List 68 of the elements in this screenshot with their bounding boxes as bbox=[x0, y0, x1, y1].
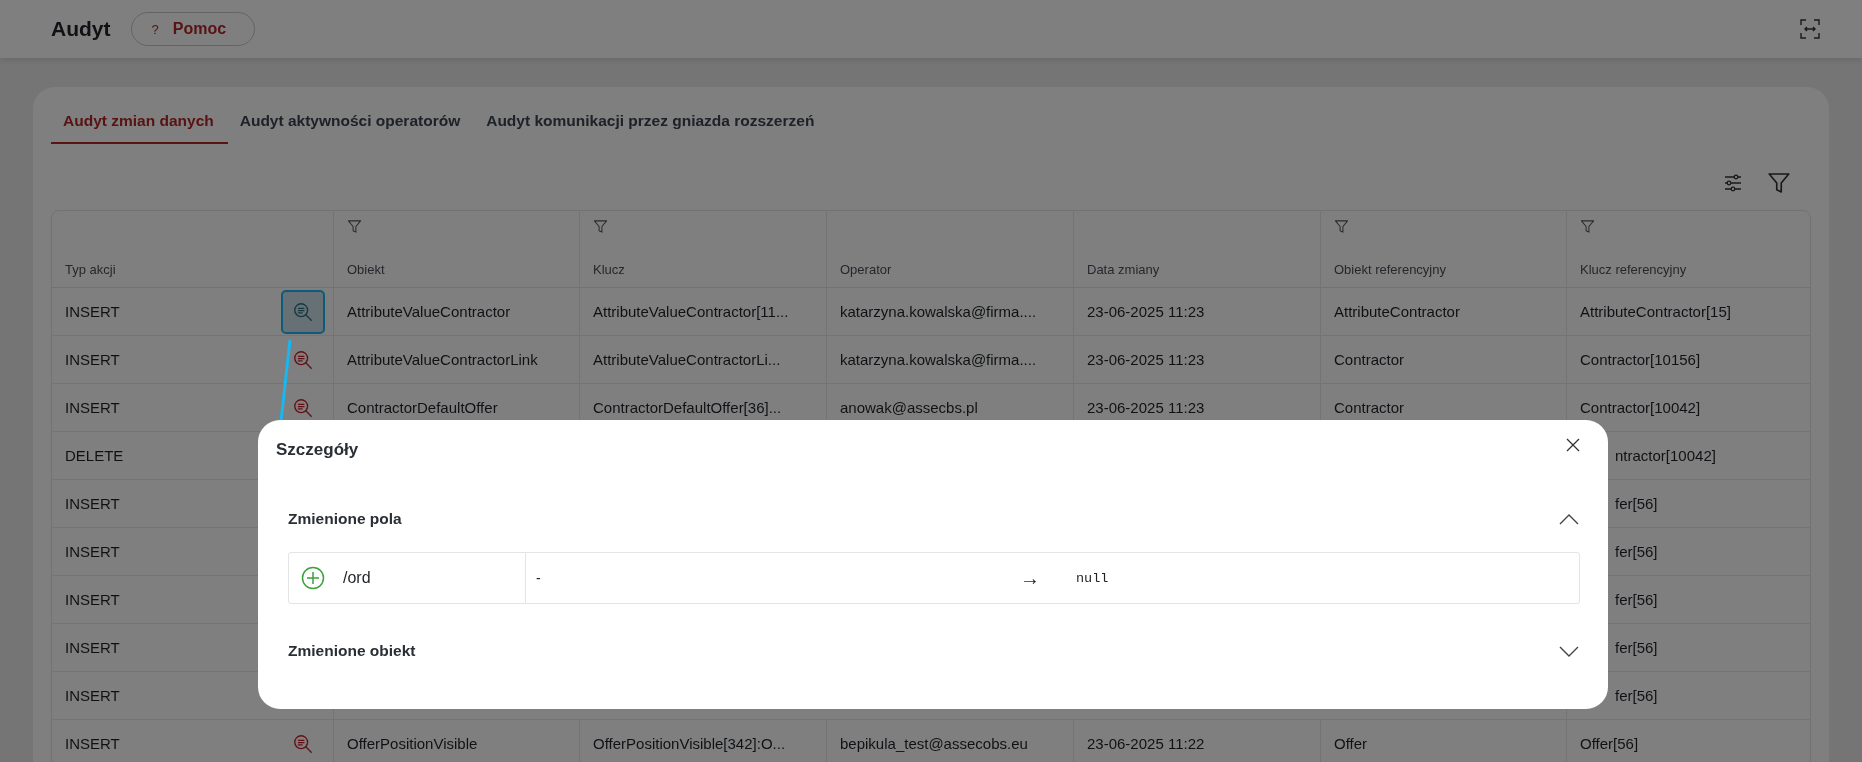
page-title: Audyt bbox=[51, 17, 111, 41]
column-header: Klucz bbox=[593, 262, 626, 277]
table-cell: AttributeValueContractor[11... bbox=[593, 303, 789, 320]
filter-icon[interactable] bbox=[1334, 219, 1349, 234]
table-cell: Contractor[10042] bbox=[1580, 399, 1701, 416]
table-cell: katarzyna.kowalska@firma.... bbox=[840, 351, 1037, 368]
table-cell: fer[56] bbox=[1615, 495, 1658, 512]
table-cell: ContractorDefaultOffer bbox=[347, 399, 498, 416]
table-cell: AttributeValueContractor bbox=[347, 303, 511, 320]
new-value: null bbox=[1076, 570, 1109, 586]
tab[interactable]: Audyt aktywności operatorów bbox=[227, 112, 475, 144]
accordion-header[interactable]: Zmienione pola bbox=[276, 494, 1592, 544]
arrow-text: → bbox=[1020, 568, 1041, 588]
table-cell: AttributeValueContractorLink bbox=[347, 351, 538, 368]
table-cell: AttributeValueContractorLi... bbox=[593, 351, 781, 368]
table-cell: ntractor[10042] bbox=[1615, 447, 1716, 464]
tab[interactable]: Audyt komunikacji przez gniazda rozszerzeń bbox=[474, 112, 829, 144]
table-cell: anowak@assecbs.pl bbox=[840, 399, 978, 416]
table-cell: Contractor[10156] bbox=[1580, 351, 1701, 368]
column-header: Obiekt referencyjny bbox=[1334, 262, 1447, 277]
table-cell: fer[56] bbox=[1615, 639, 1658, 656]
field-path: /ord bbox=[343, 569, 371, 587]
column-header: Operator bbox=[840, 262, 893, 277]
table-cell: Contractor bbox=[1334, 399, 1405, 416]
table-cell: fer[56] bbox=[1615, 687, 1658, 704]
column-header: Data zmiany bbox=[1087, 262, 1161, 277]
filter-icon[interactable] bbox=[1767, 171, 1791, 195]
dialog-title: Szczegóły bbox=[276, 440, 359, 460]
column-header: Klucz referencyjny bbox=[1580, 262, 1688, 277]
add-circle-icon bbox=[301, 566, 325, 590]
table-cell: bepikula_test@assecobs.eu bbox=[840, 735, 1028, 752]
table-cell: INSERT bbox=[65, 591, 120, 608]
table-cell: AttributeContractor[15] bbox=[1580, 303, 1731, 320]
table-cell: INSERT bbox=[65, 303, 120, 320]
old-value: - bbox=[536, 570, 542, 586]
table-cell: AttributeContractor bbox=[1334, 303, 1460, 320]
filter-icon[interactable] bbox=[347, 219, 362, 234]
table-cell: INSERT bbox=[65, 351, 120, 368]
table-cell: Offer[56] bbox=[1580, 735, 1639, 752]
chevron-up-icon[interactable] bbox=[1558, 512, 1580, 526]
table-cell: OfferPositionVisible bbox=[347, 735, 478, 752]
table-cell: INSERT bbox=[65, 735, 120, 752]
table-cell: Contractor bbox=[1334, 351, 1405, 368]
filter-icon[interactable] bbox=[1580, 219, 1595, 234]
column-header: Typ akcji bbox=[65, 262, 117, 277]
table-cell: 23-06-2025 11:23 bbox=[1087, 351, 1205, 368]
table-cell: INSERT bbox=[65, 543, 120, 560]
table-cell: 23-06-2025 11:23 bbox=[1087, 303, 1205, 320]
table-cell: 23-06-2025 11:23 bbox=[1087, 399, 1205, 416]
filter-icon[interactable] bbox=[593, 219, 608, 234]
table-cell: 23-06-2025 11:22 bbox=[1087, 735, 1205, 752]
accordion-header[interactable]: Zmienione obiekt bbox=[276, 626, 1592, 676]
table-cell: INSERT bbox=[65, 495, 120, 512]
table-cell: Offer bbox=[1334, 735, 1368, 752]
table-cell: fer[56] bbox=[1615, 591, 1658, 608]
table-cell: ContractorDefaultOffer[36]... bbox=[593, 399, 782, 416]
table-cell: INSERT bbox=[65, 399, 120, 416]
table-cell: OfferPositionVisible[342]:O... bbox=[593, 735, 786, 752]
tab[interactable]: Audyt zmian danych bbox=[51, 112, 228, 144]
table-cell: fer[56] bbox=[1615, 543, 1658, 560]
help-button[interactable]: ? Pomoc bbox=[130, 12, 256, 46]
table-cell: DELETE bbox=[65, 447, 124, 464]
table-cell: INSERT bbox=[65, 687, 120, 704]
fullscreen-icon[interactable] bbox=[1798, 17, 1822, 41]
column-header: Obiekt bbox=[347, 262, 386, 277]
table-cell: INSERT bbox=[65, 639, 120, 656]
chevron-down-icon[interactable] bbox=[1558, 644, 1580, 658]
table-cell: katarzyna.kowalska@firma.... bbox=[840, 303, 1037, 320]
